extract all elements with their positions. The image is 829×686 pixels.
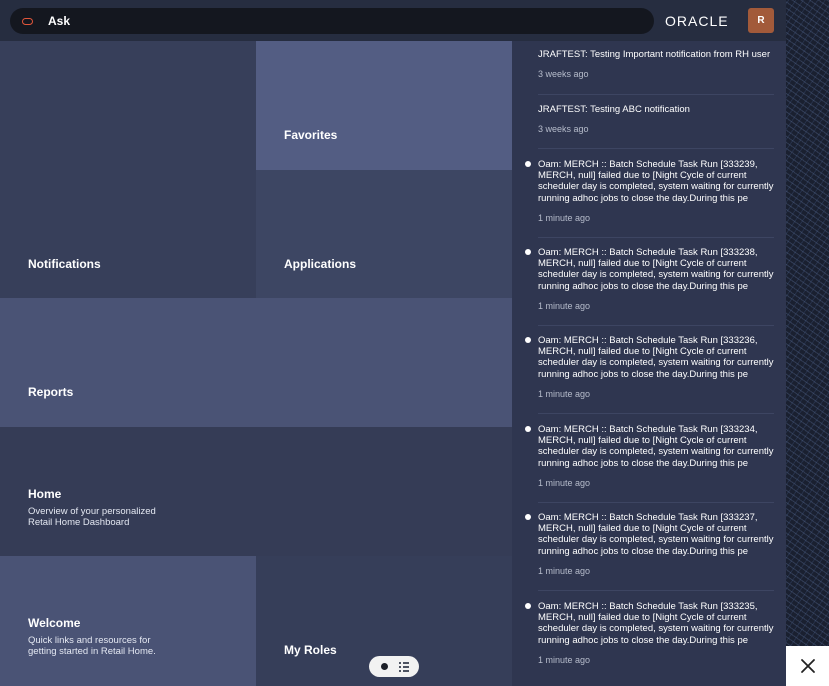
unread-dot — [525, 337, 531, 343]
notification-time: 3 weeks ago — [538, 124, 589, 135]
notification-title: Oam: MERCH :: Batch Schedule Task Run [3… — [538, 159, 774, 204]
notification-item[interactable]: JRAFTEST: Testing Important notification… — [538, 49, 774, 95]
notification-time: 1 minute ago — [538, 212, 591, 223]
close-button[interactable] — [786, 646, 829, 686]
unread-dot — [525, 603, 531, 609]
notification-time: 1 minute ago — [538, 654, 591, 665]
tile-notifications[interactable]: Notifications — [0, 41, 256, 298]
unread-dot — [525, 249, 531, 255]
notification-time: 1 minute ago — [538, 388, 591, 399]
unread-dot — [525, 514, 531, 520]
notification-title: Oam: MERCH :: Batch Schedule Task Run [3… — [538, 247, 774, 292]
tile-label: Welcome — [28, 616, 81, 630]
tile-label: Reports — [28, 385, 74, 399]
notification-title: Oam: MERCH :: Batch Schedule Task Run [3… — [538, 335, 774, 380]
tile-label: My Roles — [284, 643, 337, 657]
tile-label: Notifications — [28, 257, 101, 271]
tile-home[interactable]: Home Overview of your personalized Retai… — [0, 427, 512, 556]
notification-time: 3 weeks ago — [538, 69, 589, 80]
tile-description: Overview of your personalized Retail Hom… — [28, 506, 156, 528]
notification-time: 1 minute ago — [538, 300, 591, 311]
tile-label: Favorites — [284, 128, 338, 142]
tile-favorites[interactable]: Favorites — [256, 41, 512, 170]
background-texture — [786, 0, 829, 686]
notification-item[interactable]: Oam: MERCH :: Batch Schedule Task Run [3… — [525, 247, 774, 326]
notification-item[interactable]: Oam: MERCH :: Batch Schedule Task Run [3… — [525, 601, 774, 680]
notification-item[interactable]: Oam: MERCH :: Batch Schedule Task Run [3… — [525, 335, 774, 414]
notification-item[interactable]: Oam: MERCH :: Batch Schedule Task Run [3… — [525, 424, 774, 503]
tile-applications[interactable]: Applications — [256, 170, 512, 298]
notification-title: Oam: MERCH :: Batch Schedule Task Run [3… — [538, 601, 774, 646]
notifications-panel: JRAFTEST: Testing Important notification… — [512, 41, 786, 686]
header: Ask ORACLE R — [0, 0, 786, 41]
notification-item[interactable]: Oam: MERCH :: Batch Schedule Task Run [3… — [525, 512, 774, 591]
tile-description: Quick links and resources for getting st… — [28, 635, 156, 657]
notification-title: JRAFTEST: Testing ABC notification — [538, 104, 690, 115]
unread-dot — [525, 426, 531, 432]
notification-time: 1 minute ago — [538, 477, 591, 488]
notification-item[interactable]: Oam: MERCH :: Batch Schedule Task Run [3… — [525, 159, 774, 238]
view-toggle[interactable] — [369, 656, 419, 677]
ask-search-bar[interactable]: Ask — [10, 8, 654, 34]
tile-label: Home — [28, 487, 62, 501]
ask-oracle-icon — [22, 17, 33, 25]
user-avatar[interactable]: R — [748, 8, 774, 33]
tile-welcome[interactable]: Welcome Quick links and resources for ge… — [0, 556, 256, 686]
notification-title: Oam: MERCH :: Batch Schedule Task Run [3… — [538, 424, 774, 469]
ask-label: Ask — [48, 14, 71, 28]
list-view-icon[interactable] — [399, 661, 409, 672]
tile-label: Applications — [284, 257, 357, 271]
dot-view-icon[interactable] — [381, 663, 388, 670]
tile-reports[interactable]: Reports — [0, 298, 512, 427]
notification-title: JRAFTEST: Testing Important notification… — [538, 49, 771, 60]
unread-dot — [525, 161, 531, 167]
notification-title: Oam: MERCH :: Batch Schedule Task Run [3… — [538, 512, 774, 557]
notification-item[interactable]: JRAFTEST: Testing ABC notification 3 wee… — [538, 104, 774, 149]
notification-time: 1 minute ago — [538, 565, 591, 576]
close-icon — [800, 659, 815, 673]
oracle-logo: ORACLE — [665, 13, 729, 29]
